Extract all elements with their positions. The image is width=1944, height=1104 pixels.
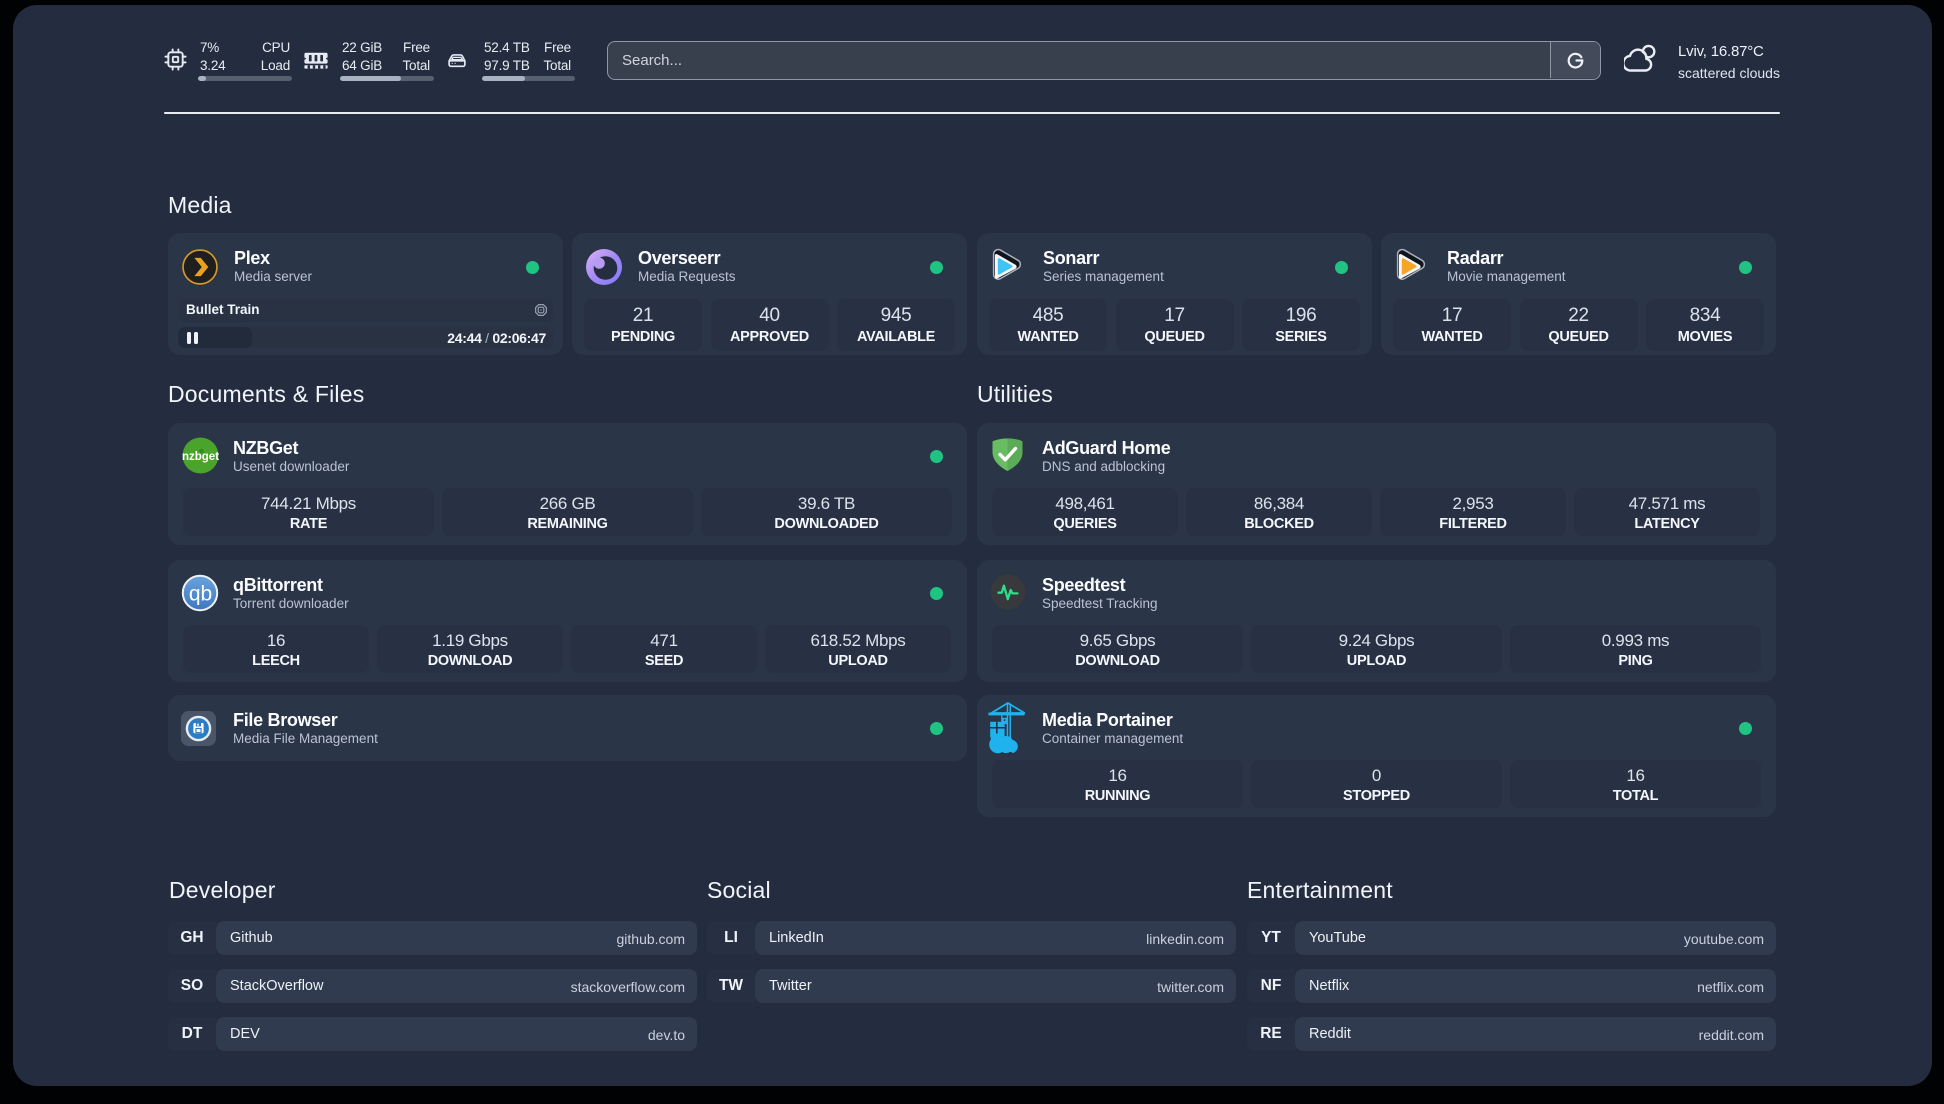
svg-text:qb: qb bbox=[189, 583, 212, 606]
svg-text:nzbget: nzbget bbox=[182, 451, 219, 463]
